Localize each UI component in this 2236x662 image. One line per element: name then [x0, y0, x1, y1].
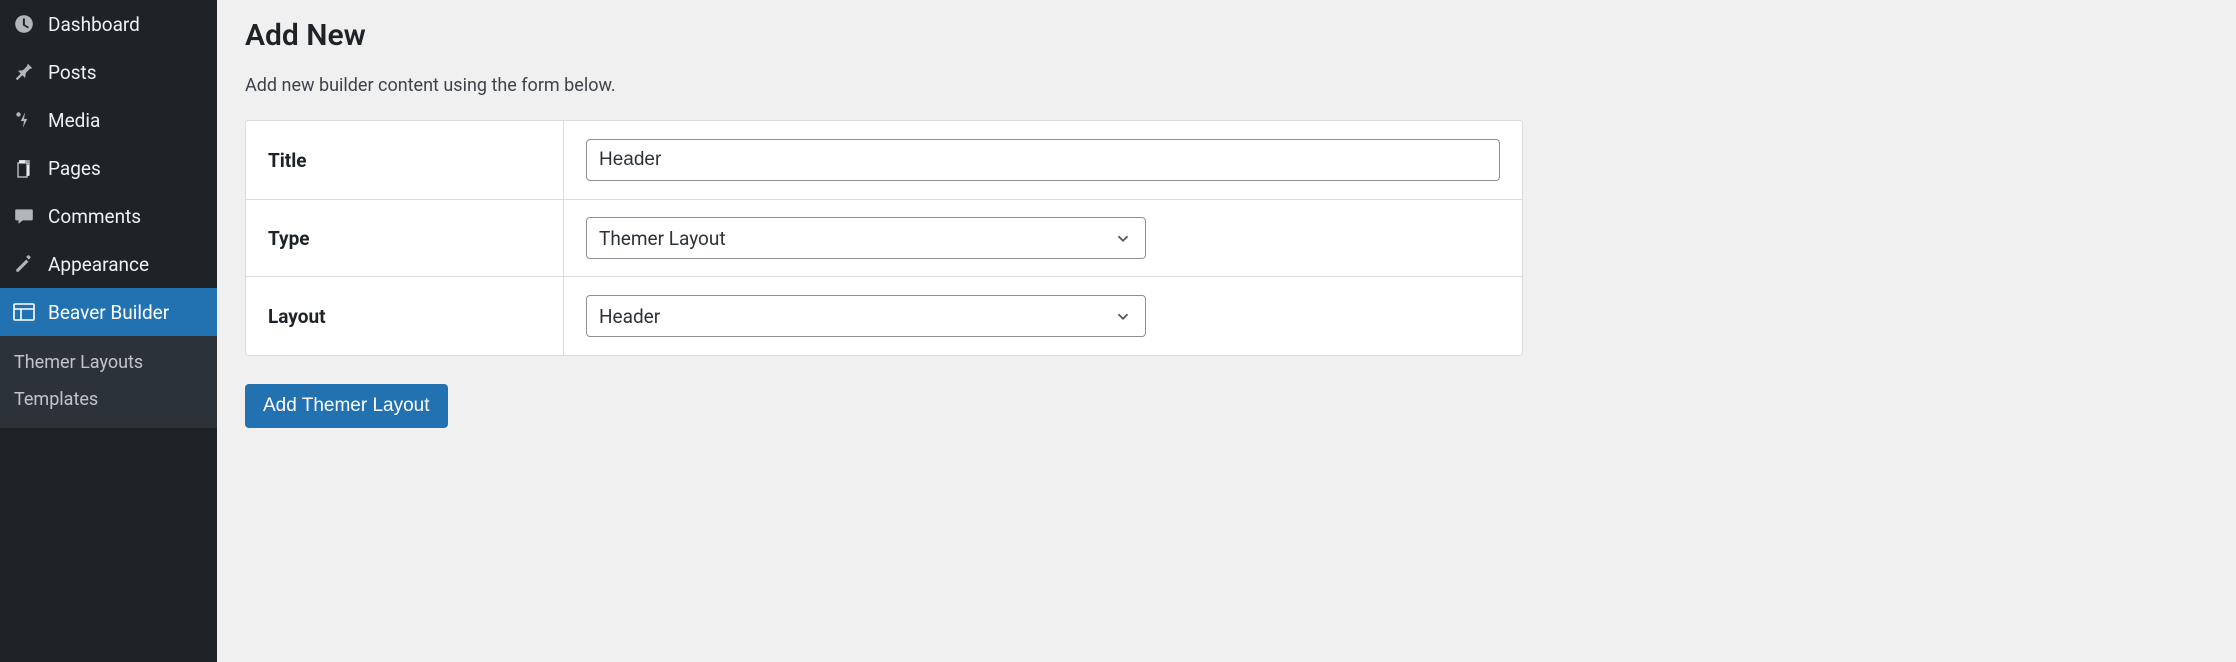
sidebar-item-media[interactable]: Media — [0, 96, 217, 144]
sidebar-item-label: Beaver Builder — [48, 301, 169, 324]
page-description: Add new builder content using the form b… — [245, 75, 2208, 96]
sidebar-item-label: Appearance — [48, 253, 149, 276]
sidebar-submenu: Themer Layouts Templates — [0, 336, 217, 428]
form-label-layout: Layout — [246, 277, 564, 355]
builder-icon — [10, 302, 38, 322]
button-label: Add Themer Layout — [263, 395, 430, 417]
main-content: Add New Add new builder content using th… — [217, 0, 2236, 662]
sidebar-item-posts[interactable]: Posts — [0, 48, 217, 96]
type-select[interactable]: Themer Layout — [586, 217, 1146, 259]
sidebar-item-beaver-builder[interactable]: Beaver Builder — [0, 288, 217, 336]
form-label-title: Title — [246, 121, 564, 199]
sidebar-item-label: Pages — [48, 157, 101, 180]
layout-select-value: Header — [599, 305, 660, 328]
submenu-item-templates[interactable]: Templates — [0, 381, 217, 418]
form-row-layout: Layout Header — [246, 277, 1522, 355]
dashboard-icon — [10, 13, 38, 35]
sidebar-item-appearance[interactable]: Appearance — [0, 240, 217, 288]
sidebar-item-comments[interactable]: Comments — [0, 192, 217, 240]
sidebar-item-pages[interactable]: Pages — [0, 144, 217, 192]
page-title: Add New — [245, 18, 2208, 53]
page-icon — [10, 157, 38, 179]
sidebar-item-label: Dashboard — [48, 13, 140, 36]
add-themer-layout-button[interactable]: Add Themer Layout — [245, 384, 448, 428]
sidebar-item-dashboard[interactable]: Dashboard — [0, 0, 217, 48]
comment-icon — [10, 205, 38, 227]
layout-select[interactable]: Header — [586, 295, 1146, 337]
sidebar-item-label: Media — [48, 109, 100, 132]
form-table: Title Type Themer Layout Layout — [245, 120, 1523, 356]
sidebar-item-label: Posts — [48, 61, 97, 84]
sidebar-item-label: Comments — [48, 205, 141, 228]
form-label-type: Type — [246, 199, 564, 277]
media-icon — [10, 109, 38, 131]
pin-icon — [10, 61, 38, 83]
form-row-type: Type Themer Layout — [246, 199, 1522, 277]
submenu-item-label: Themer Layouts — [14, 352, 143, 373]
admin-sidebar: Dashboard Posts Media Pages Comments App… — [0, 0, 217, 662]
submenu-item-themer-layouts[interactable]: Themer Layouts — [0, 344, 217, 381]
title-input[interactable] — [586, 139, 1500, 181]
appearance-icon — [10, 253, 38, 275]
type-select-value: Themer Layout — [599, 227, 726, 250]
submenu-item-label: Templates — [14, 389, 98, 410]
form-row-title: Title — [246, 121, 1522, 199]
